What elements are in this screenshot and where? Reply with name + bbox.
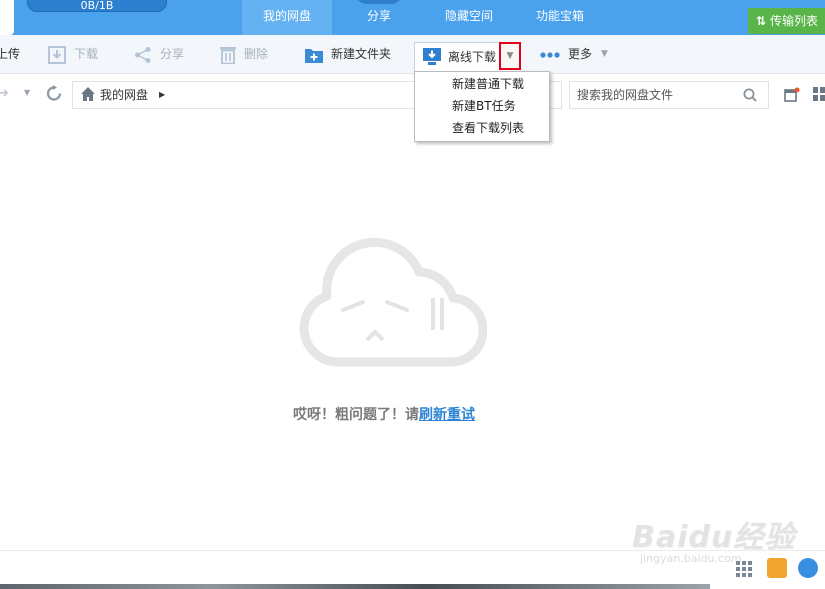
home-icon (81, 87, 95, 101)
more-button[interactable]: 更多 (540, 35, 592, 73)
menu-item-new-bt-task[interactable]: 新建BT任务 (452, 95, 516, 117)
offline-download-icon (423, 48, 441, 65)
tab-toolbox[interactable]: 功能宝箱 (516, 0, 604, 35)
baidu-watermark-url: jingyan.baidu.com (640, 552, 742, 565)
back-arrow-icon[interactable]: ➔ (0, 86, 9, 101)
offline-download-label: 离线下载 (448, 50, 497, 64)
tab-hidden-space[interactable]: 隐藏空间 (427, 0, 511, 35)
offline-download-dropdown-arrow[interactable]: ▼ (499, 42, 521, 70)
share-icon (135, 46, 151, 63)
share-label: 分享 (160, 47, 185, 61)
new-folder-label: 新建文件夹 (331, 47, 392, 61)
search-icon[interactable] (743, 88, 757, 102)
upload-button[interactable]: 上传 (0, 35, 20, 73)
refresh-icon[interactable] (46, 85, 62, 102)
lock-icon[interactable] (798, 558, 818, 578)
offline-download-button[interactable]: 离线下载 (414, 42, 500, 72)
search-input[interactable] (570, 82, 745, 108)
more-label: 更多 (568, 47, 593, 61)
history-chevron-down-icon[interactable]: ▼ (24, 88, 30, 97)
error-text: 哎呀！粗问题了！请 (293, 407, 419, 423)
transfer-label: 传输列表 (770, 14, 819, 28)
grid-view-icon[interactable] (813, 87, 825, 101)
baidu-watermark: Baidu经验 (632, 520, 796, 555)
menu-item-new-download[interactable]: 新建普通下载 (452, 73, 524, 95)
breadcrumb-caret-icon[interactable]: ▶ (159, 82, 165, 108)
transfer-list-button[interactable]: ⇅ 传输列表 (748, 8, 825, 34)
share-button[interactable]: 分享 (134, 35, 184, 73)
app-logo (0, 0, 14, 35)
menu-item-view-download-list[interactable]: 查看下载列表 (452, 117, 524, 139)
delete-label: 删除 (244, 47, 269, 61)
download-tray-icon[interactable] (767, 558, 787, 578)
upload-label: 上传 (0, 47, 21, 61)
chevron-down-icon: ▼ (506, 51, 514, 61)
list-view-icon[interactable] (784, 87, 800, 103)
more-dots-icon (540, 51, 560, 58)
delete-button[interactable]: 删除 (220, 35, 268, 73)
storage-quota: 0B/1B (27, 0, 167, 12)
download-label: 下载 (74, 47, 99, 61)
error-message: 哎呀！粗问题了！请刷新重试 (293, 404, 475, 424)
more-chevron-down-icon[interactable]: ▼ (601, 35, 608, 73)
refresh-retry-link[interactable]: 刷新重试 (419, 407, 475, 423)
breadcrumb-label: 我的网盘 (100, 88, 149, 102)
transfer-icon: ⇅ (755, 14, 767, 28)
trash-icon (220, 46, 236, 64)
sad-cloud-icon (299, 237, 487, 367)
download-button[interactable]: 下载 (48, 35, 98, 73)
search-box (569, 81, 769, 109)
new-folder-button[interactable]: 新建文件夹 (305, 35, 391, 73)
new-folder-icon (305, 48, 323, 63)
offline-download-menu: 新建普通下载 新建BT任务 查看下载列表 (414, 71, 550, 142)
download-icon (48, 45, 66, 64)
apps-grid-icon[interactable] (736, 561, 752, 577)
desktop-background-strip (0, 584, 710, 589)
toolbar (0, 35, 825, 74)
tab-my-disk[interactable]: 我的网盘 (242, 0, 332, 35)
tab-share[interactable]: 分享 (335, 0, 423, 35)
